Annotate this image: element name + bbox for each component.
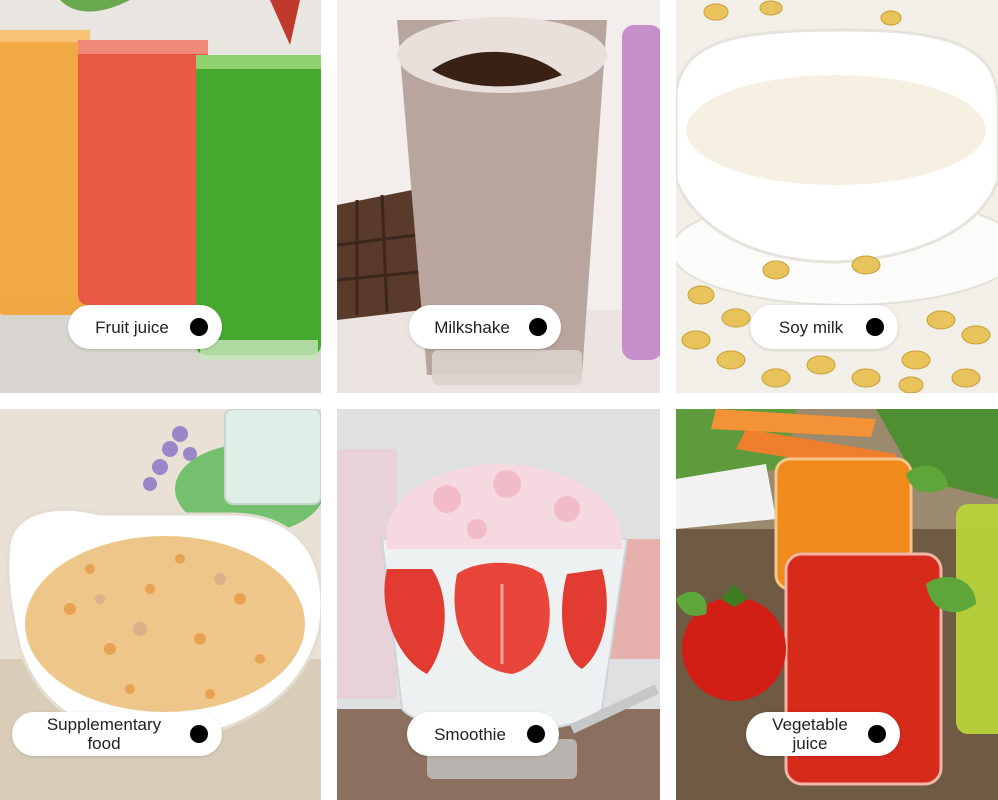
soy-milk-label: Soy milk [750, 305, 898, 349]
milkshake-label-text: Milkshake [434, 317, 510, 337]
bullet-dot-icon [190, 318, 208, 336]
soy-milk-photo: Soy milk [676, 0, 998, 393]
bullet-dot-icon [527, 725, 545, 743]
bullet-dot-icon [529, 318, 547, 336]
supplementary-food-label: Supplementary food [12, 712, 222, 756]
supplementary-food-photo: Supplementary food [0, 409, 321, 800]
fruit-juice-label-text: Fruit juice [95, 317, 169, 337]
fruit-juice-label: Fruit juice [68, 305, 222, 349]
fruit-juice-photo: Fruit juice [0, 0, 321, 393]
smoothie-label: Smoothie [407, 712, 559, 756]
drink-gallery: Fruit juice Milkshake Soy milk Supplemen… [0, 0, 998, 800]
smoothie-label-text: Smoothie [434, 724, 506, 744]
soy-milk-label-text: Soy milk [778, 317, 844, 337]
bullet-dot-icon [866, 318, 884, 336]
milkshake-photo: Milkshake [337, 0, 660, 393]
milkshake-label: Milkshake [409, 305, 561, 349]
vegetable-juice-photo: Vegetable juice [676, 409, 998, 800]
smoothie-photo: Smoothie [337, 409, 660, 800]
supplementary-food-label-text: Supplementary food [46, 715, 162, 753]
vegetable-juice-label: Vegetable juice [746, 712, 900, 756]
vegetable-juice-label-text: Vegetable juice [772, 715, 848, 753]
bullet-dot-icon [190, 725, 208, 743]
bullet-dot-icon [868, 725, 886, 743]
